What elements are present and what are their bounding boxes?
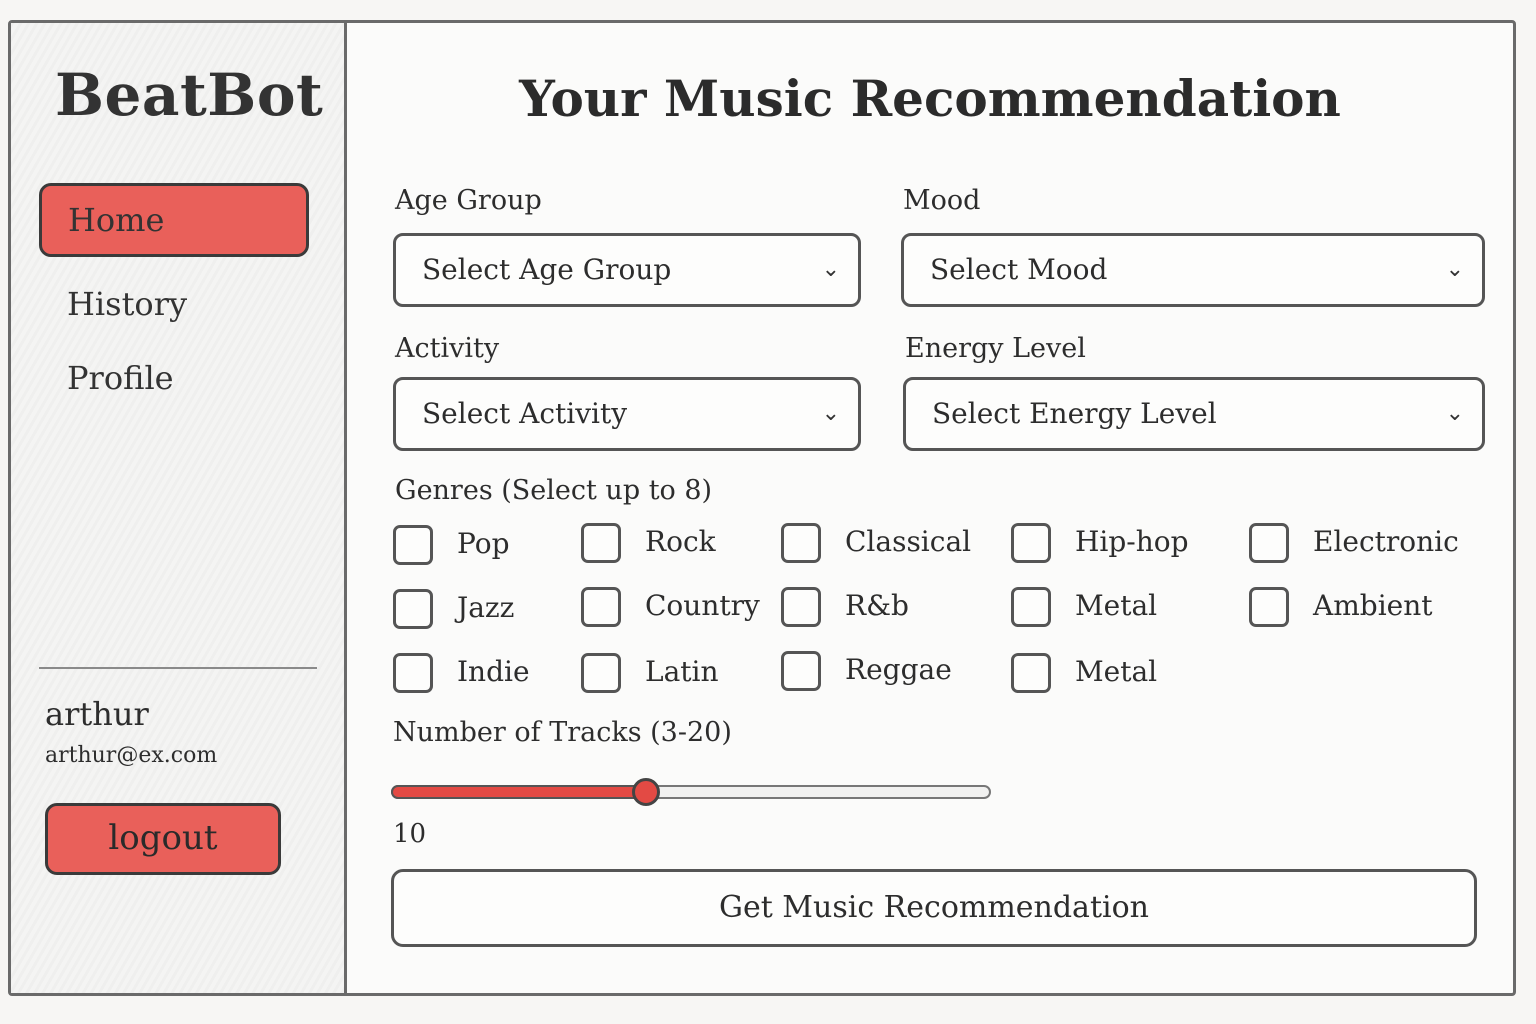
brand-logo: BeatBot (55, 61, 324, 129)
activity-label: Activity (395, 333, 500, 364)
chevron-down-icon: ⌄ (821, 257, 840, 282)
chevron-down-icon: ⌄ (1445, 257, 1464, 282)
genre-label: Pop (457, 527, 510, 560)
genre-label: Reggae (845, 653, 952, 686)
main-panel: Your Music Recommendation Age Group Sele… (347, 23, 1513, 993)
tracks-slider-thumb[interactable] (631, 778, 660, 806)
energy-level-label: Energy Level (905, 333, 1086, 364)
nav-item-history[interactable]: History (39, 267, 309, 341)
tracks-label: Number of Tracks (3-20) (393, 717, 732, 748)
genre-label: Jazz (457, 591, 515, 624)
checkbox[interactable] (393, 653, 433, 693)
genres-label: Genres (Select up to 8) (395, 475, 713, 506)
checkbox[interactable] (1011, 523, 1051, 563)
checkbox[interactable] (781, 587, 821, 627)
genre-label: Electronic (1313, 525, 1459, 558)
genre-label: Rock (645, 525, 716, 558)
user-email: arthur@ex.com (45, 743, 218, 768)
energy-level-select[interactable]: Select Energy Level ⌄ (903, 377, 1485, 451)
checkbox[interactable] (393, 525, 433, 565)
nav-item-home[interactable]: Home (39, 183, 309, 257)
chevron-down-icon: ⌄ (1445, 401, 1464, 426)
checkbox[interactable] (1011, 653, 1051, 693)
sidebar: BeatBot Home History Profile arthur arth… (11, 23, 347, 993)
genre-label: Metal (1075, 655, 1158, 688)
user-name: arthur (45, 695, 149, 733)
genre-label: Indie (457, 655, 530, 688)
app-window: BeatBot Home History Profile arthur arth… (8, 20, 1516, 996)
checkbox[interactable] (1249, 587, 1289, 627)
get-recommendation-button[interactable]: Get Music Recommendation (391, 869, 1477, 947)
sidebar-divider (39, 667, 317, 669)
genre-label: Hip-hop (1075, 525, 1189, 558)
mood-value: Select Mood (930, 253, 1108, 286)
nav-item-profile[interactable]: Profile (39, 341, 309, 415)
age-group-value: Select Age Group (422, 253, 672, 286)
checkbox[interactable] (581, 587, 621, 627)
checkbox[interactable] (781, 651, 821, 691)
page-title: Your Music Recommendation (519, 69, 1341, 128)
checkbox[interactable] (1249, 523, 1289, 563)
genre-label: Classical (845, 525, 972, 558)
chevron-down-icon: ⌄ (821, 401, 840, 426)
checkbox[interactable] (781, 523, 821, 563)
mood-select[interactable]: Select Mood ⌄ (901, 233, 1485, 307)
genre-label: Metal (1075, 589, 1158, 622)
energy-level-value: Select Energy Level (932, 397, 1217, 430)
tracks-slider-fill (391, 785, 646, 799)
activity-value: Select Activity (422, 397, 628, 430)
checkbox[interactable] (1011, 587, 1051, 627)
activity-select[interactable]: Select Activity ⌄ (393, 377, 861, 451)
genre-label: Latin (645, 655, 719, 688)
checkbox[interactable] (581, 653, 621, 693)
checkbox[interactable] (393, 589, 433, 629)
checkbox[interactable] (581, 523, 621, 563)
mood-label: Mood (903, 185, 981, 216)
age-group-label: Age Group (395, 185, 542, 216)
genre-label: R&b (845, 589, 909, 622)
tracks-value: 10 (393, 819, 427, 849)
genre-label: Ambient (1313, 589, 1433, 622)
age-group-select[interactable]: Select Age Group ⌄ (393, 233, 861, 307)
genre-label: Country (645, 589, 760, 622)
logout-button[interactable]: logout (45, 803, 281, 875)
